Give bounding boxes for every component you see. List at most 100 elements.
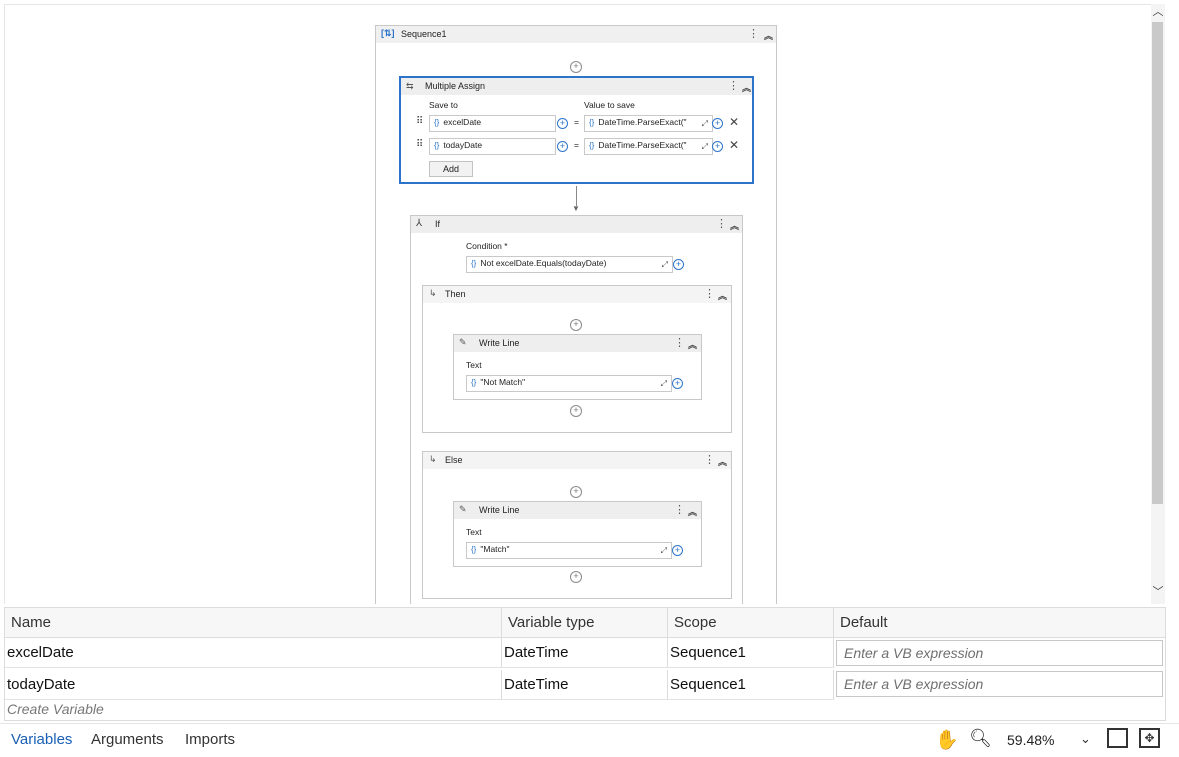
expand-icon[interactable]: ⤢ (702, 140, 708, 153)
assign-target-text: excelDate (443, 117, 482, 127)
write-line-collapse-icon[interactable]: ︽ (688, 338, 697, 351)
text-field[interactable]: {} "Not Match" ⤢ (466, 375, 672, 392)
write-line-activity[interactable]: ✎ Write Line ⋮ ︽ Text {} "Match" ⤢ + (453, 501, 702, 567)
sequence-icon: [⇅] (381, 28, 395, 38)
else-title: Else (445, 455, 463, 465)
variable-name-cell[interactable]: excelDate (5, 638, 502, 668)
variable-type-cell[interactable]: DateTime (502, 670, 668, 700)
zoom-level[interactable]: 59.48% (1007, 732, 1054, 748)
tab-variables[interactable]: Variables (11, 731, 72, 748)
write-line-title: Write Line (479, 338, 520, 348)
condition-field[interactable]: {} Not excelDate.Equals(todayDate) ⤢ (466, 256, 673, 273)
then-branch[interactable]: ↳ Then ⋮ ︽ + ✎ Write Line ⋮ ︽ Text {} "No… (422, 285, 732, 433)
expand-icon[interactable]: ⤢ (661, 544, 667, 557)
write-line-activity[interactable]: ✎ Write Line ⋮ ︽ Text {} "Not Match" ⤢ + (453, 334, 702, 400)
assign-value-field[interactable]: {} DateTime.ParseExact(" ⤢ (584, 138, 713, 155)
multiple-assign-collapse-icon[interactable]: ︽ (742, 81, 751, 94)
then-collapse-icon[interactable]: ︽ (718, 289, 727, 302)
multiple-assign-activity[interactable]: ⇆ Multiple Assign ⋮ ︽ Save to Value to s… (399, 76, 754, 184)
else-header: ↳ Else ⋮ ︽ (423, 452, 731, 469)
else-menu-icon[interactable]: ⋮ (704, 455, 715, 466)
assign-target-text: todayDate (443, 140, 483, 150)
overview-icon[interactable]: ✥ (1139, 728, 1160, 748)
add-variable-icon[interactable]: + (557, 118, 568, 129)
expand-icon[interactable]: ⤢ (662, 258, 668, 271)
text-label: Text (466, 527, 482, 537)
add-activity-icon[interactable]: + (570, 61, 582, 73)
column-header-name[interactable]: Name (5, 608, 502, 638)
expression-icon: {} (471, 259, 477, 268)
assign-value-field[interactable]: {} DateTime.ParseExact(" ⤢ (584, 115, 713, 132)
add-activity-icon[interactable]: + (570, 405, 582, 417)
expand-icon[interactable]: ⤢ (702, 117, 708, 130)
variable-scope-cell[interactable]: Sequence1 (668, 638, 834, 668)
write-line-collapse-icon[interactable]: ︽ (688, 505, 697, 518)
scroll-down-icon[interactable]: ﹀ (1151, 584, 1165, 600)
designer-bottom-bar: Variables Arguments Imports ✋ 🔍︎ 59.48% … (0, 723, 1179, 757)
write-line-menu-icon[interactable]: ⋮ (674, 505, 685, 516)
save-to-label: Save to (429, 100, 458, 110)
multiple-assign-menu-icon[interactable]: ⋮ (728, 81, 739, 92)
variables-panel: Name Variable type Scope Default excelDa… (4, 607, 1166, 721)
else-collapse-icon[interactable]: ︽ (718, 455, 727, 468)
else-branch[interactable]: ↳ Else ⋮ ︽ + ✎ Write Line ⋮ ︽ Text {} "Ma… (422, 451, 732, 599)
add-variable-icon[interactable]: + (672, 545, 683, 556)
column-header-type[interactable]: Variable type (502, 608, 668, 638)
delete-row-icon[interactable]: ✕ (729, 138, 739, 152)
variable-name-cell[interactable]: todayDate (5, 670, 502, 700)
fit-to-screen-icon[interactable] (1107, 728, 1128, 748)
add-row-button[interactable]: Add (429, 161, 473, 177)
scroll-up-icon[interactable]: ︿ (1151, 4, 1165, 20)
if-collapse-icon[interactable]: ︽ (730, 219, 739, 232)
condition-label: Condition * (466, 241, 508, 251)
add-activity-icon[interactable]: + (570, 571, 582, 583)
sequence-collapse-icon[interactable]: ︽ (764, 29, 773, 42)
sequence-menu-icon[interactable]: ⋮ (748, 29, 759, 40)
condition-text: Not excelDate.Equals(todayDate) (480, 258, 607, 268)
expand-icon[interactable]: ⤢ (661, 377, 667, 390)
text-field[interactable]: {} "Match" ⤢ (466, 542, 672, 559)
variable-type-cell[interactable]: DateTime (502, 638, 668, 668)
expression-icon: {} (434, 118, 440, 127)
add-variable-icon[interactable]: + (712, 118, 723, 129)
add-variable-icon[interactable]: + (557, 141, 568, 152)
if-activity[interactable]: ⅄ If ⋮ ︽ Condition * {} Not excelDate.Equ… (410, 215, 743, 604)
if-menu-icon[interactable]: ⋮ (716, 219, 727, 230)
add-variable-icon[interactable]: + (712, 141, 723, 152)
zoom-search-icon[interactable]: 🔍︎ (969, 728, 992, 749)
then-menu-icon[interactable]: ⋮ (704, 289, 715, 300)
create-variable-row[interactable]: Create Variable (7, 701, 104, 717)
assign-target-field[interactable]: {} todayDate (429, 138, 556, 155)
text-value: "Match" (480, 544, 510, 554)
sequence-activity[interactable]: [⇅] Sequence1 ⋮ ︽ + ⇆ Multiple Assign ⋮ … (375, 25, 777, 604)
add-variable-icon[interactable]: + (673, 259, 684, 270)
tab-imports[interactable]: Imports (185, 731, 235, 748)
tab-arguments[interactable]: Arguments (91, 731, 164, 748)
variable-scope-cell[interactable]: Sequence1 (668, 670, 834, 700)
drag-handle-icon[interactable]: ⠿ (416, 116, 423, 127)
column-header-default[interactable]: Default (834, 608, 1165, 638)
expression-icon: {} (589, 118, 595, 127)
equals-sign: = (574, 117, 579, 127)
write-line-menu-icon[interactable]: ⋮ (674, 338, 685, 349)
expression-icon: {} (589, 141, 595, 150)
add-activity-icon[interactable]: + (570, 486, 582, 498)
write-line-title: Write Line (479, 505, 520, 515)
delete-row-icon[interactable]: ✕ (729, 115, 739, 129)
drag-handle-icon[interactable]: ⠿ (416, 139, 423, 150)
assign-target-field[interactable]: {} excelDate (429, 115, 556, 132)
value-to-save-label: Value to save (584, 100, 635, 110)
default-value-input[interactable]: Enter a VB expression (836, 671, 1163, 697)
add-activity-icon[interactable]: + (570, 319, 582, 331)
default-value-input[interactable]: Enter a VB expression (836, 640, 1163, 666)
canvas-scrollbar[interactable]: ︿ ﹀ (1151, 4, 1165, 604)
pan-hand-icon[interactable]: ✋ (935, 728, 959, 752)
write-line-icon: ✎ (459, 504, 467, 514)
zoom-dropdown-chevron-icon[interactable]: ⌄ (1080, 731, 1091, 747)
scrollbar-thumb[interactable] (1152, 22, 1163, 504)
column-header-scope[interactable]: Scope (668, 608, 834, 638)
designer-canvas[interactable]: [⇅] Sequence1 ⋮ ︽ + ⇆ Multiple Assign ⋮ … (4, 4, 1153, 604)
assign-value-text: DateTime.ParseExact(" (598, 140, 687, 150)
write-line-icon: ✎ (459, 337, 467, 347)
add-variable-icon[interactable]: + (672, 378, 683, 389)
